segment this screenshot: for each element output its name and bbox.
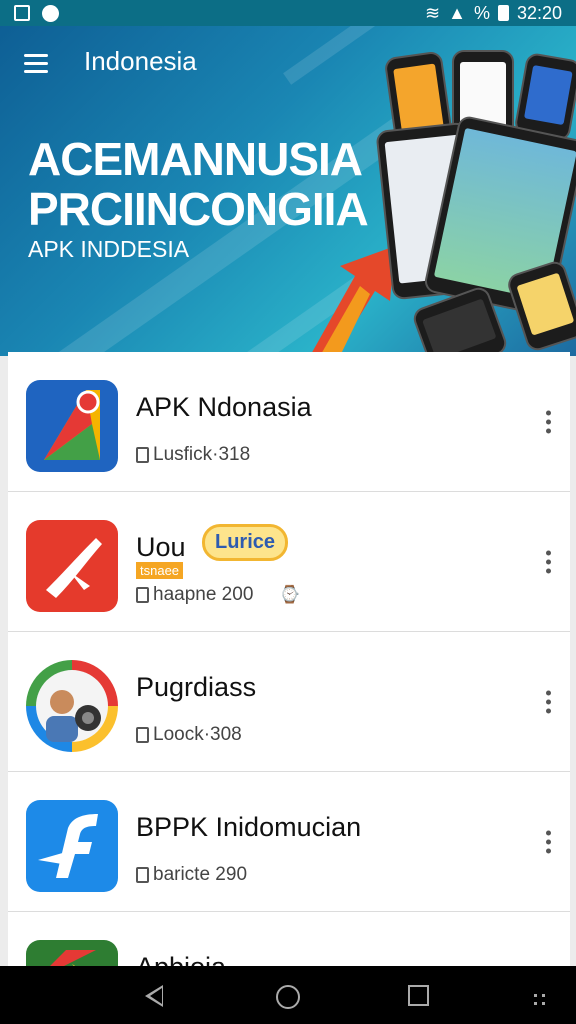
app-meta-text: haapne 200 xyxy=(153,584,254,605)
app-name: BPPK Inidomucian xyxy=(136,812,362,842)
app-name: APK Ndonasia xyxy=(136,392,312,422)
app-name: Uou xyxy=(136,532,186,562)
runner-icon xyxy=(26,520,118,612)
status-badge: Lurice xyxy=(202,524,289,561)
home-circle-icon[interactable] xyxy=(276,985,300,1009)
banner-headline-line2: PRCIINCONGIIA xyxy=(28,183,369,235)
keyboard-dots-icon[interactable] xyxy=(534,994,546,1006)
signal-icon: ▲ xyxy=(448,2,466,23)
app-meta: Lusfick·318 xyxy=(136,444,250,466)
banner-subheadline: APK INDDESIA xyxy=(28,236,190,262)
screen: ≋ ▲ % 32:20 Indonesia ACEMANNUSIA PRCIIN… xyxy=(0,0,576,1024)
avatar-speaker-icon xyxy=(26,660,118,752)
back-triangle-icon[interactable] xyxy=(145,985,163,1007)
banner-headline-line1: ACEMANNUSIA xyxy=(28,133,363,185)
more-options-icon[interactable] xyxy=(546,830,552,853)
document-icon xyxy=(136,447,149,463)
signal-percent: % xyxy=(473,2,490,23)
recent-square-icon[interactable] xyxy=(408,985,429,1006)
more-options-icon[interactable] xyxy=(546,690,552,713)
list-item[interactable]: Uou Lurice tsnaee haapne 200 ⌚ xyxy=(8,492,570,632)
clock: 32:20 xyxy=(516,2,562,23)
list-item[interactable]: BPPK Inidomucian baricte 290 xyxy=(8,772,570,912)
document-icon xyxy=(136,867,149,883)
document-icon xyxy=(136,587,149,603)
f-logo-icon xyxy=(26,800,118,892)
hamburger-menu-icon[interactable] xyxy=(24,54,48,74)
wifi-icon: ≋ xyxy=(425,2,441,23)
app-name: Pugrdiass xyxy=(136,672,257,702)
more-options-icon[interactable] xyxy=(546,410,552,433)
app-list: APK Ndonasia Lusfick·318 Uou Lurice tsna… xyxy=(8,352,570,982)
app-meta-text: baricte 290 xyxy=(153,864,248,885)
status-bar: ≋ ▲ % 32:20 xyxy=(0,0,576,26)
banner-title: Indonesia xyxy=(84,46,197,76)
document-icon xyxy=(136,727,149,743)
tag-label: tsnaee xyxy=(136,562,184,579)
app-meta: Loock·308 xyxy=(136,724,242,746)
app-meta-text: Lusfick·318 xyxy=(153,444,251,465)
watch-icon: ⌚ xyxy=(279,585,301,604)
app-meta-text: Loock·308 xyxy=(153,724,242,745)
sim-icon xyxy=(14,5,30,21)
more-options-icon[interactable] xyxy=(546,550,552,573)
app-meta: haapne 200 ⌚ xyxy=(136,584,301,606)
battery-icon xyxy=(497,5,509,21)
hero-banner: Indonesia ACEMANNUSIA PRCIINCONGIIA APK … xyxy=(0,26,576,356)
maps-pin-icon xyxy=(26,380,118,472)
navigation-bar xyxy=(0,966,576,1024)
app-meta: baricte 290 xyxy=(136,864,247,886)
notification-icon xyxy=(42,4,59,22)
list-item[interactable]: APK Ndonasia Lusfick·318 xyxy=(8,352,570,492)
list-item[interactable]: Pugrdiass Loock·308 xyxy=(8,632,570,772)
phone-illustration xyxy=(505,258,576,354)
